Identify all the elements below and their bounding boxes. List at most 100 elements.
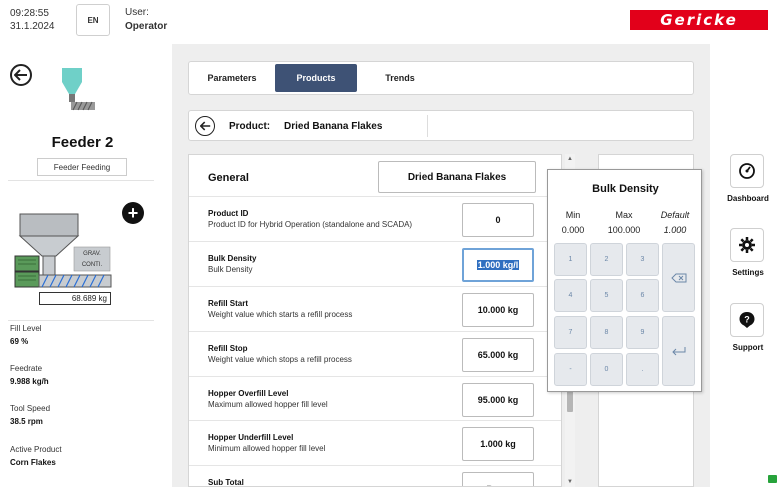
fill-level-value: 69 % [10,337,29,346]
top-bar: 09:28:55 31.1.2024 EN User: Operator Ger… [0,0,780,44]
support-button[interactable]: ? [730,303,764,337]
language-button[interactable]: EN [76,4,110,36]
dashboard-button[interactable] [730,154,764,188]
form-row-refill-stop: Refill Stop Weight value which stops a r… [189,331,561,376]
divider [427,115,428,137]
tab-parameters[interactable]: Parameters [195,64,269,92]
scroll-down-icon[interactable]: ▼ [566,479,574,485]
keypad-title: Bulk Density [592,183,659,195]
product-label: Product: [229,121,271,132]
right-nav: Dashboard Settings ? Support [710,44,780,487]
key-minus[interactable]: - [554,353,587,386]
add-button[interactable]: + [122,202,144,224]
product-name-field[interactable]: Dried Banana Flakes [378,161,536,193]
key-decimal[interactable]: . [626,353,659,386]
user-info: User: Operator [125,6,167,34]
tool-speed-label: Tool Speed [10,404,51,413]
row-description: Bulk Density [208,265,253,274]
section-title: General [208,172,249,184]
user-label: User: [125,7,149,18]
weight-readout: 68.689 kg [39,292,111,305]
row-description: Minimum allowed hopper fill level [208,444,326,453]
tab-trends[interactable]: Trends [363,64,437,92]
feeder-state-badge: Feeder Feeding [37,158,127,176]
row-title: Sub Total [208,478,244,487]
settings-button[interactable] [730,228,764,262]
key-9[interactable]: 9 [626,316,659,349]
key-2[interactable]: 2 [590,243,623,276]
gear-icon [739,237,755,253]
date-text: 31.1.2024 [10,21,55,32]
settings-label: Settings [732,268,764,277]
product-back-button[interactable] [195,116,215,136]
mode-badge-line1: GRAV. [83,251,101,257]
row-description: Product ID for Hybrid Operation (standal… [208,220,413,229]
bulk-density-input[interactable]: 1.000 kg/l [462,248,534,282]
min-value: 0.000 [561,225,585,235]
key-4[interactable]: 4 [554,279,587,312]
row-description: Maximum allowed hopper fill level [208,400,328,409]
key-6[interactable]: 6 [626,279,659,312]
hopper-overfill-input[interactable]: 95.000 kg [462,383,534,417]
mode-badge: GRAV. CONTI. [74,249,110,271]
divider [8,180,154,181]
form-row-bulk-density: Bulk Density Bulk Density 1.000 kg/l [189,241,561,286]
refill-stop-input[interactable]: 65.000 kg [462,338,534,372]
key-1[interactable]: 1 [554,243,587,276]
arrow-left-icon [14,69,27,81]
row-description: Weight value which stops a refill proces… [208,355,352,364]
max-value: 100.000 [607,225,641,235]
fill-level-label: Fill Level [10,324,42,333]
user-value: Operator [125,21,168,32]
feeder-icon [62,68,95,111]
row-title: Product ID [208,209,249,218]
form-row-sub-total: Sub Total Reset [189,465,561,487]
max-label: Max [615,210,633,220]
row-description: Weight value which starts a refill proce… [208,310,353,319]
connection-status-indicator [768,475,777,483]
scroll-up-icon[interactable]: ▲ [566,156,574,162]
numeric-keypad-popup: Bulk Density Min Max Default 0.000 100.0… [547,169,702,392]
backspace-icon [670,273,686,282]
default-label: Default [660,210,690,220]
key-7[interactable]: 7 [554,316,587,349]
dashboard-label: Dashboard [727,194,769,203]
help-icon: ? [739,312,755,328]
enter-icon [671,347,685,356]
tab-products[interactable]: Products [275,64,357,92]
min-label: Min [565,210,581,220]
divider [8,320,154,321]
key-0[interactable]: 0 [590,353,623,386]
backspace-key[interactable] [662,243,695,312]
active-product-label: Active Product [10,445,62,454]
form-row-hopper-underfill: Hopper Underfill Level Minimum allowed h… [189,420,561,465]
key-8[interactable]: 8 [590,316,623,349]
key-5[interactable]: 5 [590,279,623,312]
bulk-density-value: 1.000 kg/l [476,260,520,270]
arrow-left-icon [199,121,210,131]
form-row-product-id: Product ID Product ID for Hybrid Operati… [189,196,561,241]
svg-text:?: ? [744,315,750,325]
product-form: General Dried Banana Flakes Product ID P… [188,154,562,487]
feedrate-label: Feedrate [10,364,43,373]
product-name: Dried Banana Flakes [284,121,383,132]
refill-start-input[interactable]: 10.000 kg [462,293,534,327]
time-text: 09:28:55 [10,8,49,19]
product-id-input[interactable]: 0 [462,203,534,237]
back-button[interactable] [10,64,32,86]
enter-key[interactable] [662,316,695,386]
key-3[interactable]: 3 [626,243,659,276]
clock: 09:28:55 31.1.2024 [10,7,55,33]
feeder-title: Feeder 2 [51,134,114,151]
form-row-hopper-overfill: Hopper Overfill Level Maximum allowed ho… [189,376,561,421]
row-title: Refill Stop [208,344,248,353]
tab-bar: Parameters Products Trends [188,61,694,95]
support-label: Support [732,343,764,352]
feeder-panel: Feeder 2 Feeder Feeding + GRAV. CONTI. 6… [0,44,172,487]
sub-total-reset-button[interactable]: Reset [462,472,534,486]
row-title: Hopper Underfill Level [208,433,294,442]
active-product-value: Corn Flakes [10,458,56,467]
hopper-underfill-input[interactable]: 1.000 kg [462,427,534,461]
row-title: Bulk Density [208,254,257,263]
default-value: 1.000 [663,225,687,235]
